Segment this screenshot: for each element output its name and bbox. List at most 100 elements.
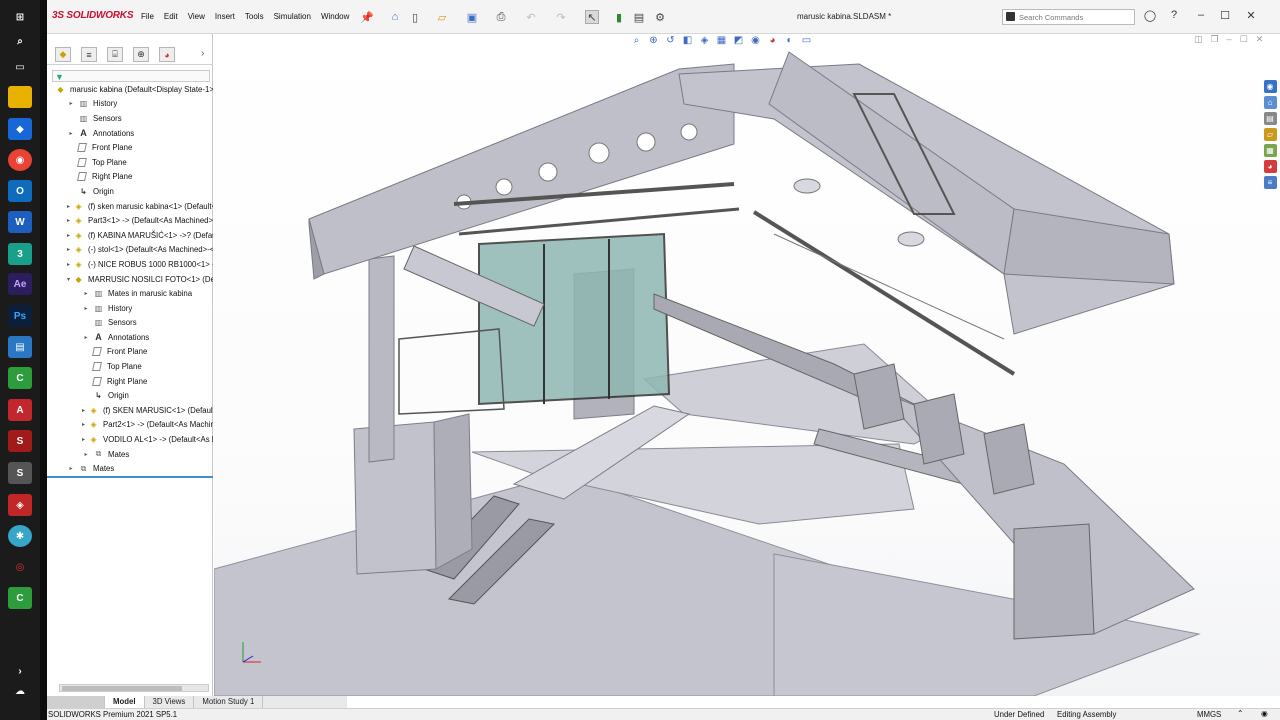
undo-icon[interactable]: ↶ xyxy=(524,10,538,24)
tree-row[interactable]: Front Plane xyxy=(47,140,213,155)
tree-row[interactable]: Right Plane xyxy=(47,374,213,389)
tree-row[interactable]: ▸ ▥ History xyxy=(47,97,213,112)
expand-arrow-icon[interactable]: ▸ xyxy=(82,334,90,341)
close-button[interactable]: ✕ xyxy=(1244,9,1258,23)
expand-arrow-icon[interactable]: ▸ xyxy=(67,246,70,253)
graphics-viewport[interactable]: ⌕ ⊕ ↺ ◧ ◈ ▦ ◩ ◉ ◕ ◐ ▭ ◫ ❐ – ☐ ✕ xyxy=(214,34,1280,696)
feature-manager-tab-icon[interactable]: ◆ xyxy=(55,47,71,62)
tree-row[interactable]: Top Plane xyxy=(47,359,213,374)
dropbox-icon[interactable]: ◆ xyxy=(8,118,32,140)
tree-row[interactable]: Top Plane xyxy=(47,155,213,170)
record-icon[interactable]: ◎ xyxy=(8,556,32,578)
assembly-3d-model[interactable] xyxy=(214,34,1280,696)
tab-scroll-arrows[interactable] xyxy=(47,696,105,708)
viewport-tile-icon[interactable]: ◫ xyxy=(1194,34,1203,45)
expand-arrow-icon[interactable]: ▸ xyxy=(67,217,70,224)
camtasia-icon[interactable]: C xyxy=(8,367,32,389)
tree-filter-input[interactable]: ▼ xyxy=(52,70,210,82)
expand-arrow-icon[interactable]: ▸ xyxy=(82,421,85,428)
dimxpert-tab-icon[interactable]: ⊕ xyxy=(133,47,149,62)
tree-row[interactable]: Front Plane xyxy=(47,345,213,360)
units-chevron-icon[interactable]: ⌃ xyxy=(1237,709,1244,718)
select-cursor-icon[interactable]: ↖ xyxy=(585,10,599,24)
home-icon[interactable]: ⌂ xyxy=(388,10,402,24)
outlook-icon[interactable]: O xyxy=(8,180,32,202)
tree-row[interactable]: Right Plane xyxy=(47,170,213,185)
design-library-icon[interactable]: ⌂ xyxy=(1263,96,1277,109)
viewport-minimize-icon[interactable]: – xyxy=(1227,34,1232,45)
appearances-icon[interactable]: ▦ xyxy=(1263,144,1277,157)
property-manager-tab-icon[interactable]: ≡ xyxy=(81,47,97,62)
rebuild-icon[interactable]: ▮ xyxy=(612,10,626,24)
expand-arrow-icon[interactable]: ▸ xyxy=(82,407,85,414)
pin-icon[interactable]: 📌 xyxy=(360,10,374,24)
expand-arrow-icon[interactable]: ▾ xyxy=(67,276,70,283)
photoshop-icon[interactable]: Ps xyxy=(8,305,32,327)
viewport-close-icon[interactable]: ✕ xyxy=(1256,34,1264,45)
file-properties-icon[interactable]: ▤ xyxy=(632,10,646,24)
word-icon[interactable]: W xyxy=(8,211,32,233)
calculator-icon[interactable]: ▤ xyxy=(8,336,32,358)
tree-row[interactable]: ▸ ◈ VODILO AL<1> -> (Default<As M xyxy=(47,432,213,447)
menu-view[interactable]: View xyxy=(188,12,205,21)
chrome-icon[interactable]: ◉ xyxy=(8,149,32,171)
status-settings-icon[interactable]: ◉ xyxy=(1261,709,1268,718)
solidworks-taskbar-icon[interactable]: S xyxy=(8,430,32,452)
file-explorer-icon[interactable] xyxy=(8,86,32,108)
tabs-chevron-right-icon[interactable]: › xyxy=(201,48,204,59)
tree-row[interactable]: ▸ A Annotations xyxy=(47,126,213,141)
status-units[interactable]: MMGS xyxy=(1197,710,1221,719)
custom-properties-icon[interactable]: ≡ xyxy=(1263,176,1277,189)
tab-motion-study[interactable]: Motion Study 1 xyxy=(194,696,264,708)
search-commands-input[interactable]: Search Commands xyxy=(1002,9,1135,25)
file-explorer-pane-icon[interactable]: ▤ xyxy=(1263,112,1277,125)
maximize-button[interactable]: ☐ xyxy=(1218,9,1232,23)
menu-tools[interactable]: Tools xyxy=(245,12,264,21)
display-manager-tab-icon[interactable]: ◕ xyxy=(159,47,175,62)
camtasia-recorder-icon[interactable]: C xyxy=(8,587,32,609)
cloud-icon[interactable]: ☁ xyxy=(8,680,32,702)
solidworks-2021-icon[interactable]: S xyxy=(8,462,32,484)
app-red-icon[interactable]: ◈ xyxy=(8,494,32,516)
autocad-icon[interactable]: A xyxy=(8,399,32,421)
tree-row[interactable]: ▸ ▥ Mates in marusic kabina xyxy=(47,286,213,301)
expand-arrow-icon[interactable]: ▸ xyxy=(67,203,70,210)
view-palette-icon[interactable]: ▱ xyxy=(1263,128,1277,141)
tree-row[interactable]: ▸ A Annotations xyxy=(47,330,213,345)
redo-icon[interactable]: ↷ xyxy=(554,10,568,24)
tree-row[interactable]: ▥ Sensors xyxy=(47,111,213,126)
menu-edit[interactable]: Edit xyxy=(164,12,178,21)
tree-row[interactable]: ▾ ◆ MARRUSIC NOSILCI FOTO<1> (Defau xyxy=(47,272,213,287)
help-icon[interactable]: ? xyxy=(1167,9,1181,23)
task-view-icon[interactable]: ▭ xyxy=(8,56,32,78)
solidworks-logo[interactable]: 3S SOLIDWORKS xyxy=(52,10,133,21)
menu-file[interactable]: File xyxy=(141,12,154,21)
tree-row[interactable]: ▸ ◈ (-) NICE ROBUS 1000 RB1000<1> ->? ( xyxy=(47,257,213,272)
configuration-manager-tab-icon[interactable]: ⌸ xyxy=(107,47,123,62)
search-icon[interactable]: ⌕ xyxy=(8,30,32,52)
tree-row[interactable]: ▸ ◈ Part2<1> -> (Default<As Machin xyxy=(47,418,213,433)
user-account-icon[interactable]: ◯ xyxy=(1143,9,1157,23)
tray-chevron-icon[interactable]: › xyxy=(8,660,32,682)
tree-row[interactable]: ↳ Origin xyxy=(47,184,213,199)
expand-arrow-icon[interactable]: ▸ xyxy=(67,100,75,107)
after-effects-icon[interactable]: Ae xyxy=(8,273,32,295)
menu-insert[interactable]: Insert xyxy=(215,12,235,21)
expand-arrow-icon[interactable]: ▸ xyxy=(82,451,90,458)
windows-start-icon[interactable]: ⊞ xyxy=(8,6,32,28)
tree-row[interactable]: ▸ ◈ Part3<1> -> (Default<As Machined>- xyxy=(47,213,213,228)
viewport-maximize-icon[interactable]: ☐ xyxy=(1240,34,1248,45)
expand-arrow-icon[interactable]: ▸ xyxy=(67,465,75,472)
tree-row[interactable]: ▸ ▥ History xyxy=(47,301,213,316)
tab-3d-views[interactable]: 3D Views xyxy=(145,696,195,708)
expand-arrow-icon[interactable]: ▸ xyxy=(67,232,70,239)
resources-icon[interactable]: ◉ xyxy=(1263,80,1277,93)
tree-horizontal-scrollbar[interactable] xyxy=(59,684,209,692)
expand-arrow-icon[interactable]: ▸ xyxy=(67,130,75,137)
expand-arrow-icon[interactable]: ▸ xyxy=(82,290,90,297)
tree-row[interactable]: ▥ Sensors xyxy=(47,316,213,331)
tab-model[interactable]: Model xyxy=(105,696,145,708)
options-gear-icon[interactable]: ⚙ xyxy=(653,10,667,24)
print-icon[interactable]: ⎙ xyxy=(494,10,508,24)
new-document-icon[interactable]: ▯ xyxy=(408,10,422,24)
